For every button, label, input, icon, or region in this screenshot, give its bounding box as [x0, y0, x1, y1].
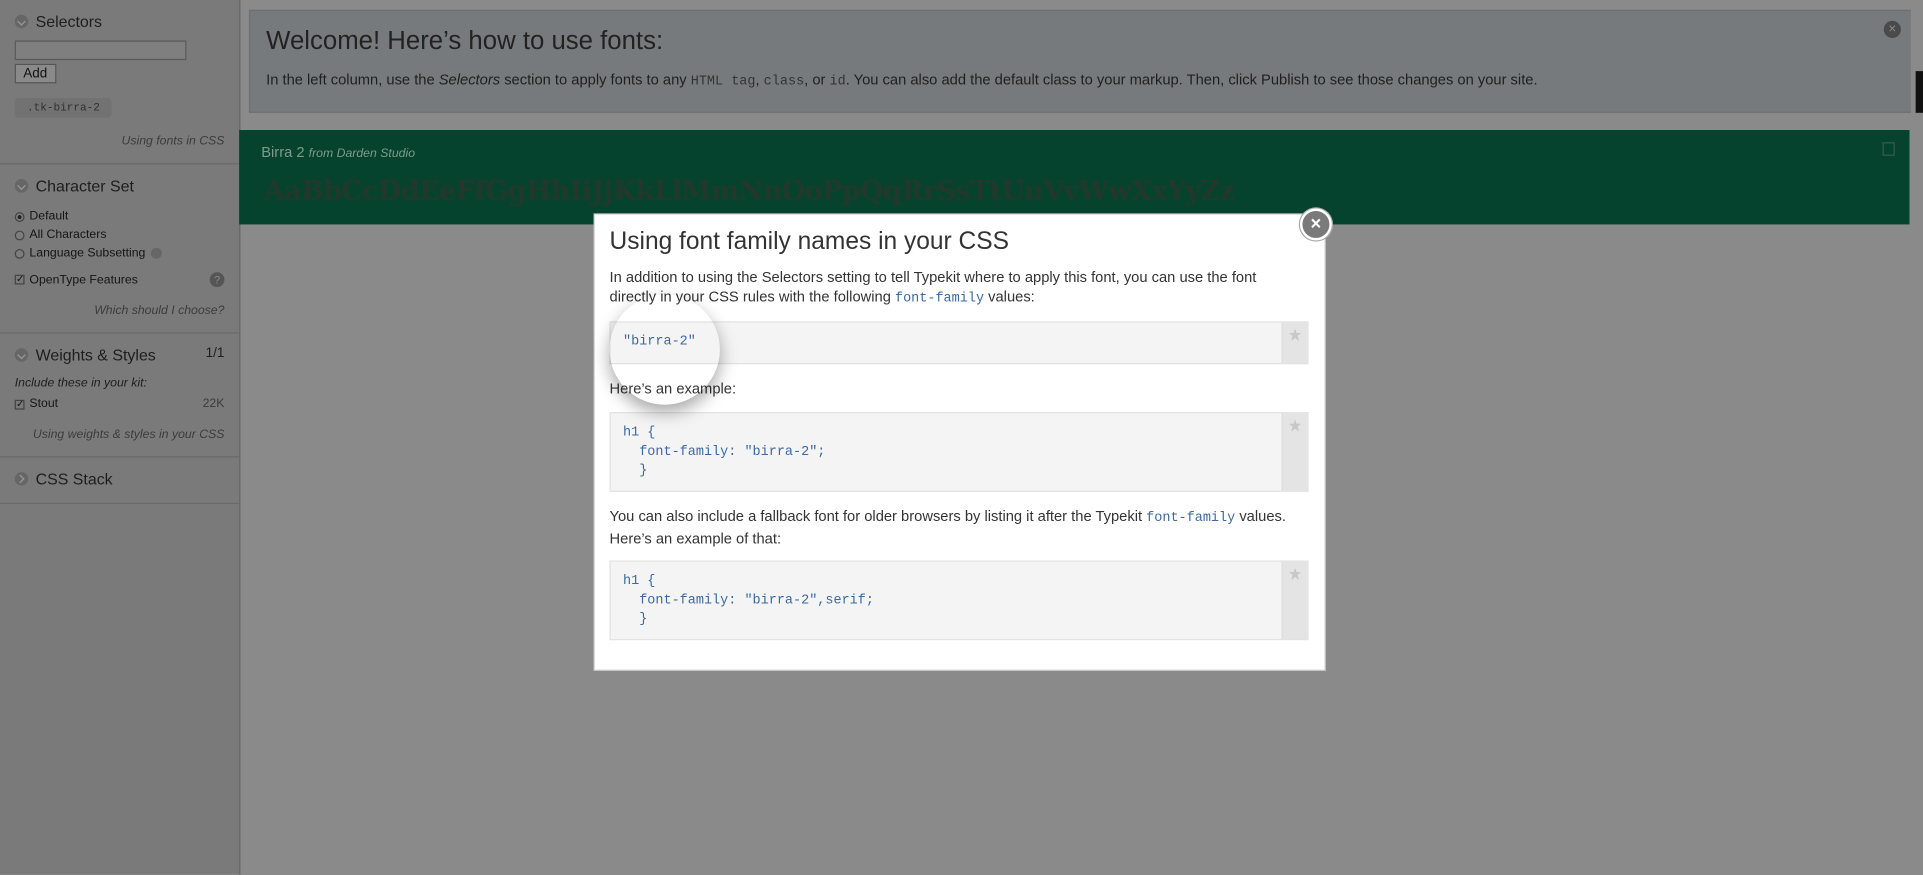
include-label: Include these in your kit: [14, 376, 147, 390]
code-text: h1 { font-family: "birra-2"; } [623, 425, 826, 479]
close-icon[interactable]: × [1299, 208, 1332, 241]
css-stack-section: CSS Stack [0, 457, 240, 505]
option-label: All Characters [29, 228, 107, 242]
charset-option-subsetting[interactable]: Language Subsetting [14, 246, 225, 260]
charset-header[interactable]: Character Set [14, 176, 225, 195]
weights-section: Weights & Styles 1/1 Include these in yo… [0, 334, 240, 458]
chevron-right-icon [14, 472, 29, 486]
welcome-banner: Welcome! Here’s how to use fonts: In the… [248, 9, 1912, 113]
copy-icon [1288, 328, 1302, 341]
welcome-title: Welcome! Here’s how to use fonts: [266, 26, 664, 56]
charset-section: Character Set Default All Characters Lan… [0, 164, 240, 334]
font-name: Birra 2 from Darden Studio [261, 143, 416, 161]
weight-item-stout[interactable]: ✓ Stout 22K [14, 397, 225, 411]
modal-title: Using font family names in your CSS [609, 228, 1009, 256]
which-choose-link[interactable]: Which should I choose? [15, 304, 225, 317]
selector-input[interactable] [14, 40, 187, 61]
trash-icon[interactable] [1882, 142, 1895, 156]
scroll-thumb[interactable] [1915, 71, 1923, 113]
sidebar: Selectors Add .tk-birra-2 Using fonts in… [0, 0, 241, 875]
add-selector-button[interactable]: Add [14, 63, 56, 84]
code-block-family[interactable]: "birra-2" [609, 321, 1309, 365]
checkbox-checked-icon[interactable]: ✓ [14, 399, 25, 410]
weights-title: Weights & Styles [35, 345, 156, 365]
charset-title: Character Set [35, 176, 134, 195]
selectors-title: Selectors [35, 12, 103, 31]
opentype-features-row[interactable]: ✓ OpenType Features ? [14, 272, 225, 287]
modal-fallback-text: You can also include a fallback font for… [609, 507, 1286, 547]
modal-intro: In addition to using the Selectors setti… [609, 268, 1257, 307]
radio-icon[interactable] [14, 229, 25, 240]
charset-option-default[interactable]: Default [14, 209, 225, 224]
css-stack-title: CSS Stack [35, 469, 113, 489]
weight-size: 22K [202, 397, 225, 411]
css-stack-header[interactable]: CSS Stack [14, 469, 225, 489]
copy-button[interactable] [1281, 322, 1308, 364]
chevron-down-icon [14, 179, 29, 193]
help-icon[interactable] [150, 247, 162, 259]
code-block-example[interactable]: h1 { font-family: "birra-2"; } [609, 412, 1309, 492]
copy-icon [1288, 567, 1302, 581]
scrollbar[interactable] [1910, 0, 1923, 875]
welcome-text: In the left column, use the Selectors se… [266, 71, 1538, 90]
copy-button[interactable] [1281, 561, 1308, 639]
font-card: Birra 2 from Darden Studio AaBbCcDdEeFfG… [239, 129, 1910, 225]
copy-button[interactable] [1281, 413, 1308, 491]
option-label: Default [29, 209, 69, 224]
code-text: h1 { font-family: "birra-2",serif; } [623, 573, 874, 627]
weights-count: 1/1 [205, 345, 225, 361]
radio-icon[interactable] [14, 248, 25, 259]
selector-tag[interactable]: .tk-birra-2 [14, 98, 113, 118]
font-sample: AaBbCcDdEeFfGgHhIiJjKkLlMmNnOoPpQqRrSsTt… [263, 175, 1235, 208]
radio-icon[interactable] [14, 211, 25, 222]
copy-icon [1288, 419, 1302, 432]
weights-help-link[interactable]: Using weights & styles in your CSS [15, 428, 225, 441]
css-help-modal: × Using font family names in your CSS In… [594, 208, 1332, 670]
selectors-header[interactable]: Selectors [14, 12, 225, 31]
weight-label: Stout [29, 397, 59, 411]
option-label: Language Subsetting [29, 246, 146, 260]
checkbox-checked-icon[interactable]: ✓ [14, 274, 25, 285]
code-block-fallback[interactable]: h1 { font-family: "birra-2",serif; } [609, 560, 1309, 641]
close-icon[interactable]: × [1883, 20, 1901, 39]
question-icon[interactable]: ? [209, 272, 225, 287]
chevron-down-icon [14, 348, 29, 362]
charset-option-all[interactable]: All Characters [14, 228, 225, 242]
code-text: "birra-2" [623, 334, 696, 350]
modal-example-label: Here’s an example: [609, 380, 737, 398]
chevron-down-icon [14, 14, 29, 29]
using-fonts-link[interactable]: Using fonts in CSS [15, 135, 225, 148]
selectors-section: Selectors Add .tk-birra-2 Using fonts in… [0, 0, 240, 165]
option-label: OpenType Features [29, 272, 138, 287]
weights-header[interactable]: Weights & Styles 1/1 [14, 345, 225, 365]
